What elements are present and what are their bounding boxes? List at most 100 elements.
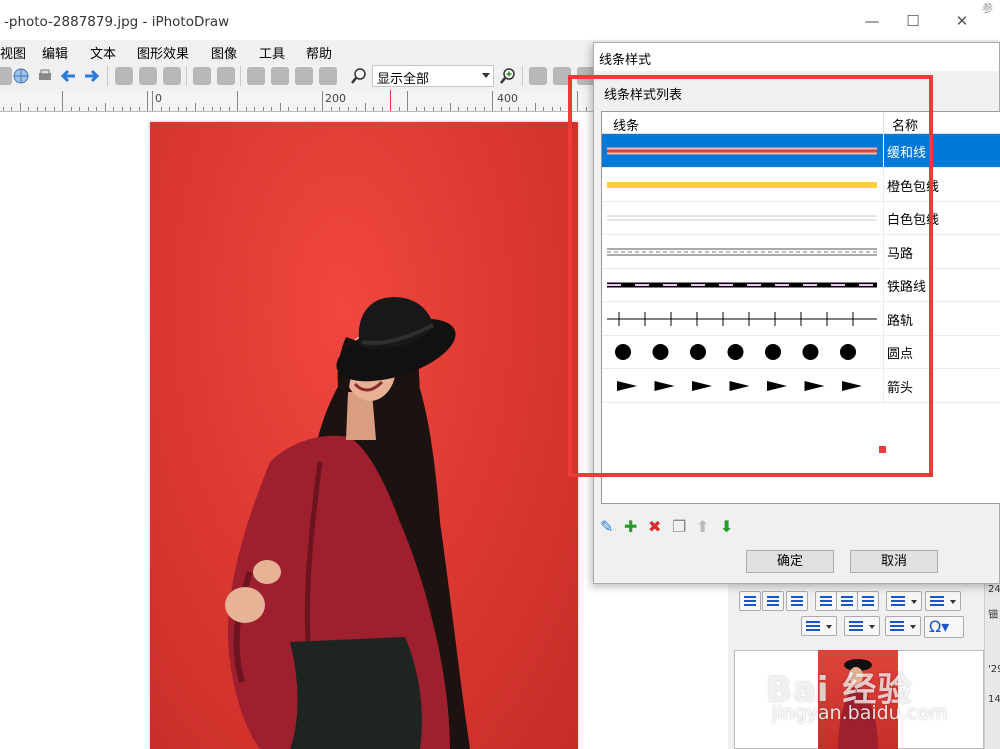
mirror-icon[interactable] <box>319 67 337 85</box>
redo-icon[interactable] <box>217 67 235 85</box>
edge-text: '29 <box>988 664 1000 675</box>
edge-text: 钿 <box>988 610 998 621</box>
column-divider <box>883 201 884 235</box>
align-left-button[interactable] <box>739 591 761 611</box>
ruler-tick <box>28 107 29 111</box>
menu-edit[interactable]: 编辑 <box>42 43 68 62</box>
ruler-tick <box>70 107 72 111</box>
align-center-button[interactable] <box>762 591 784 611</box>
ruler-tick <box>279 103 281 111</box>
edit-icon[interactable] <box>247 67 265 85</box>
ruler-tick <box>517 107 519 111</box>
ruler-tick <box>551 107 553 111</box>
baidu-watermark-url: jingyan.baidu.com <box>772 702 948 724</box>
ruler-tick <box>228 107 230 111</box>
back-arrow-icon[interactable] <box>59 67 77 85</box>
line-style-preview <box>607 248 877 255</box>
line-style-name: 橙色包线 <box>887 179 940 195</box>
ruler-tick <box>87 107 89 111</box>
zoom-in-icon[interactable] <box>499 67 517 85</box>
ruler-tick <box>364 103 366 111</box>
ruler-tick <box>245 107 247 111</box>
horizontal-ruler: 0 200 400 <box>0 90 600 112</box>
menu-view[interactable]: 视图 <box>0 43 26 62</box>
zoom-select[interactable]: 显示全部 <box>372 65 494 87</box>
ruler-tick <box>339 107 340 111</box>
menu-image[interactable]: 图像 <box>211 43 237 62</box>
line-style-row[interactable]: 圆点 <box>602 335 1000 369</box>
line-style-row[interactable]: 路轨 <box>602 301 1000 336</box>
cancel-button[interactable]: 取消 <box>850 550 938 573</box>
menu-help[interactable]: 帮助 <box>306 43 332 62</box>
line-style-row[interactable]: 白色包线 <box>602 201 1000 235</box>
align-top-button[interactable] <box>815 591 837 611</box>
align-middle-button[interactable] <box>836 591 858 611</box>
line-style-row[interactable]: 橙色包线 <box>602 167 1000 202</box>
line-style-row[interactable]: 铁路线 <box>602 268 1000 302</box>
move-down-icon[interactable]: ⬇ <box>720 517 733 536</box>
ruler-tick <box>398 107 400 111</box>
paste-icon[interactable] <box>163 67 181 85</box>
line-style-row[interactable]: 马路 <box>602 234 1000 269</box>
edit-icon[interactable]: ✎ <box>600 517 613 536</box>
line-spacing-dropdown[interactable] <box>925 591 961 611</box>
menu-graphic-effects[interactable]: 图形效果 <box>137 43 189 62</box>
line-style-list-label: 线条样式列表 <box>604 88 683 103</box>
window-titlebar[interactable]: -photo-2887879.jpg - iPhotoDraw — ☐ ✕ 参 <box>0 0 1000 40</box>
zoom-out-icon[interactable] <box>350 67 368 85</box>
ruler-tick <box>458 107 459 111</box>
bullet-list-dropdown[interactable] <box>844 616 880 636</box>
line-style-row[interactable]: 缓和线 <box>602 134 1000 168</box>
dialog-titlebar[interactable]: 线条样式 <box>594 43 999 71</box>
ruler-label: 200 <box>325 92 346 105</box>
move-up-icon[interactable]: ⬆ <box>696 517 709 536</box>
border-dropdown[interactable] <box>886 591 922 611</box>
ruler-tick <box>262 107 264 111</box>
photo-image[interactable] <box>150 122 578 749</box>
line-style-name: 白色包线 <box>887 213 940 228</box>
fit-width-icon[interactable] <box>529 67 547 85</box>
column-header-line[interactable]: 线条 <box>613 115 639 134</box>
column-divider <box>883 134 884 168</box>
align-right-button[interactable] <box>786 591 808 611</box>
ruler-tick <box>177 107 179 111</box>
ok-button[interactable]: 确定 <box>746 550 834 573</box>
save-icon[interactable] <box>0 67 12 85</box>
special-char-omega-icon[interactable]: Ω▾ <box>924 616 964 638</box>
line-style-name: 圆点 <box>887 347 914 362</box>
line-style-preview <box>617 380 862 391</box>
cut-icon[interactable] <box>115 67 133 85</box>
delete-icon[interactable]: ✖ <box>648 517 661 536</box>
ruler-tick <box>568 107 570 111</box>
menu-tools[interactable]: 工具 <box>259 43 285 62</box>
brush-icon[interactable] <box>271 67 289 85</box>
line-style-row[interactable]: 箭头 <box>602 368 1000 403</box>
ruler-tick <box>322 91 323 111</box>
column-divider <box>883 167 884 202</box>
ruler-tick <box>305 107 306 111</box>
forward-arrow-icon[interactable] <box>83 67 101 85</box>
column-header-name[interactable]: 名称 <box>892 115 918 134</box>
copy-icon[interactable] <box>139 67 157 85</box>
ruler-tick <box>271 107 272 111</box>
ruler-tick <box>483 107 485 111</box>
ruler-tick <box>211 107 213 111</box>
flip-icon[interactable] <box>295 67 313 85</box>
add-icon[interactable]: ✚ <box>624 517 637 536</box>
fit-page-icon[interactable] <box>553 67 571 85</box>
print-icon[interactable] <box>36 67 54 85</box>
undo-icon[interactable] <box>193 67 211 85</box>
copy-icon[interactable]: ❐ <box>672 517 686 536</box>
ruler-tick <box>500 107 502 111</box>
list-header: 线条 名称 <box>602 112 1000 134</box>
line-style-preview <box>607 282 877 288</box>
line-style-list[interactable]: 线条 名称 缓和线橙色包线白色包线马路 铁路线 路轨圆点箭头 <box>601 111 1000 504</box>
globe-icon[interactable] <box>12 67 30 85</box>
maximize-button[interactable]: ☐ <box>902 10 924 32</box>
close-button[interactable]: ✕ <box>951 10 973 32</box>
align-bottom-button[interactable] <box>857 591 879 611</box>
menu-text[interactable]: 文本 <box>90 43 116 62</box>
numbered-list-dropdown[interactable] <box>885 616 921 636</box>
indent-dropdown[interactable] <box>801 616 837 636</box>
minimize-button[interactable]: — <box>861 10 883 32</box>
